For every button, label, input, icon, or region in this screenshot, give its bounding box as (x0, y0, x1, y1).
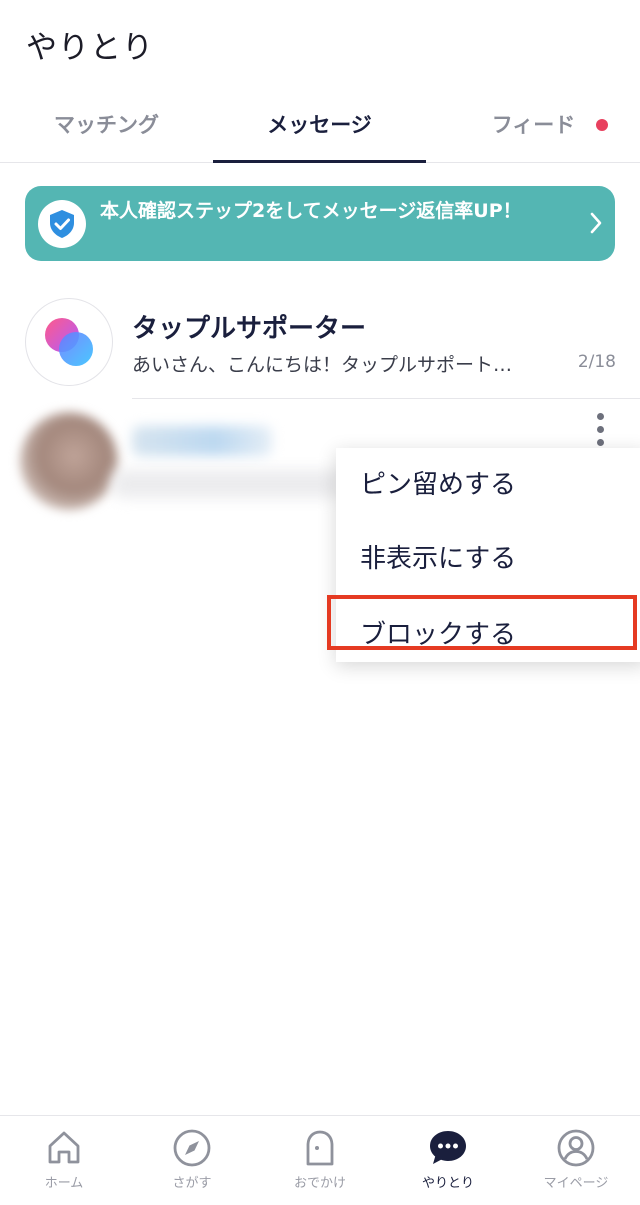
nav-outing-label: おでかけ (293, 1176, 346, 1191)
avatar-blurred (20, 412, 118, 510)
profile-icon (557, 1129, 595, 1167)
nav-home[interactable]: ホーム (0, 1116, 128, 1205)
nav-messages[interactable]: やりとり (384, 1116, 512, 1205)
nav-outing[interactable]: おでかけ (256, 1116, 384, 1205)
chat-bubble-icon (430, 1131, 466, 1164)
chevron-right-icon (590, 212, 602, 234)
conversation-item[interactable]: タップルサポーター あいさん、こんにちは！タップルサポート… 2/18 (0, 290, 640, 398)
tab-bar: マッチング メッセージ フィード (0, 92, 640, 163)
blurred-preview (112, 470, 342, 498)
verification-banner[interactable]: 本人確認ステップ2をしてメッセージ返信率UP！ (25, 186, 615, 261)
banner-text: 本人確認ステップ2をしてメッセージ返信率UP！ (100, 200, 522, 222)
blurred-name (132, 426, 272, 456)
menu-item-hide[interactable]: 非表示にする (336, 524, 640, 594)
nav-search-label: さがす (172, 1176, 212, 1191)
ghost-icon (306, 1130, 334, 1166)
tab-matching[interactable]: マッチング (0, 92, 213, 162)
feed-notification-dot (596, 119, 608, 131)
highlight-box (327, 595, 637, 650)
home-icon (48, 1131, 80, 1164)
page-title: やりとり (26, 30, 154, 66)
nav-mypage-label: マイページ (543, 1176, 609, 1191)
nav-messages-label: やりとり (421, 1176, 474, 1191)
bottom-nav: ホーム さがす おでかけ やりとり マイページ (0, 1115, 640, 1205)
conversation-date: 2/18 (577, 352, 616, 372)
nav-mypage[interactable]: マイページ (512, 1116, 640, 1205)
conversation-preview: あいさん、こんにちは！タップルサポート… (132, 354, 513, 376)
active-tab-indicator (213, 160, 426, 163)
nav-home-label: ホーム (44, 1176, 84, 1191)
menu-item-pin[interactable]: ピン留めする (336, 450, 640, 520)
conversation-name: タップルサポーター (132, 314, 367, 344)
nav-search[interactable]: さがす (128, 1116, 256, 1205)
tab-feed[interactable]: フィード (427, 92, 640, 162)
compass-icon (173, 1129, 211, 1167)
tab-feed-label: フィード (491, 113, 576, 137)
tab-messages[interactable]: メッセージ (213, 92, 426, 162)
header: やりとり (0, 0, 640, 92)
more-options-icon[interactable] (592, 410, 608, 450)
avatar (25, 298, 113, 386)
shield-check-icon (38, 200, 86, 248)
list-divider (132, 398, 640, 399)
